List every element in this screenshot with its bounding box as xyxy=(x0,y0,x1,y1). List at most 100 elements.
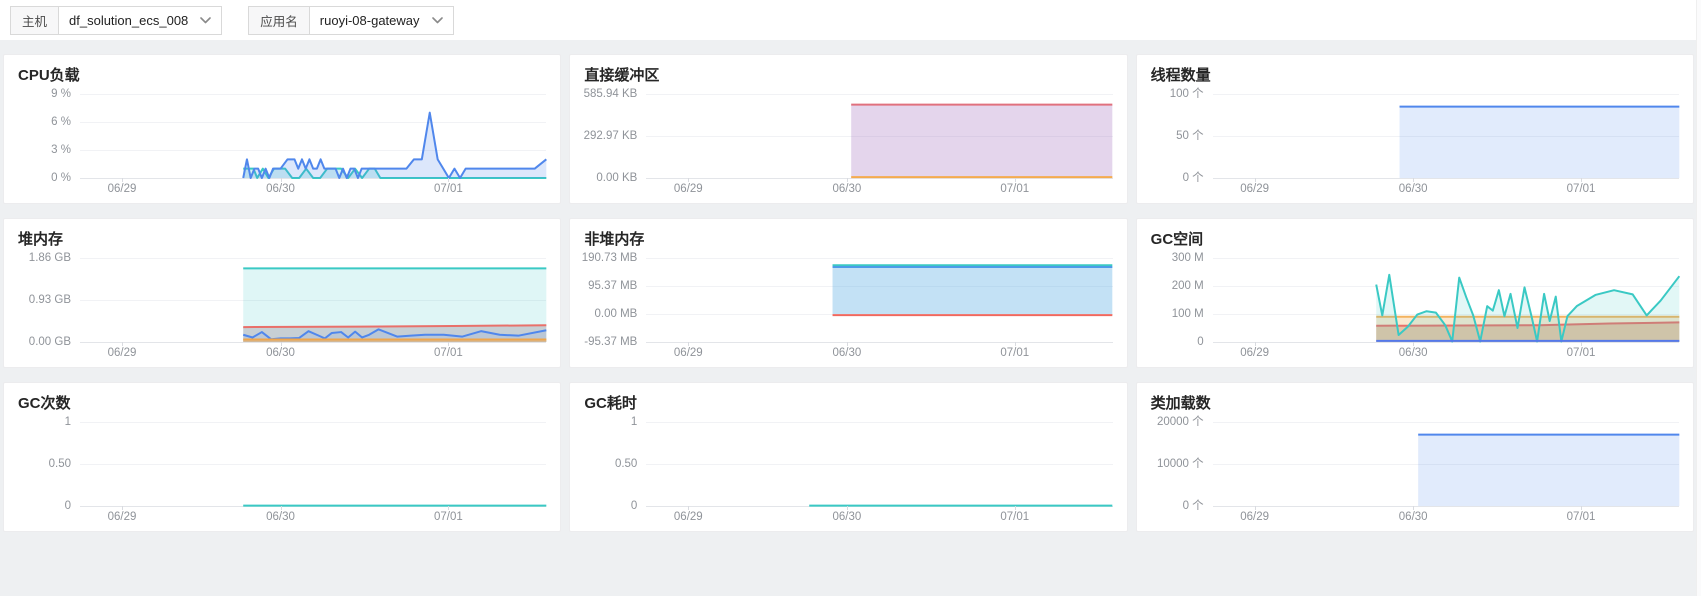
y-axis-gc-time: 0 0.50 1 xyxy=(582,416,646,512)
host-select-value: df_solution_ecs_008 xyxy=(69,12,189,28)
chart-non-heap-memory[interactable]: -95.37 MB 0.00 MB 95.37 MB 190.73 MB 06/29 06… xyxy=(582,252,1113,364)
y-axis-heap-memory: 0.00 GB 0.93 GB 1.86 GB xyxy=(16,252,80,348)
x-axis-gc-count: 06/29 06/30 07/01 xyxy=(80,509,546,528)
y-axis-label: 0.50 xyxy=(614,458,638,470)
plot-area-thread-count xyxy=(1212,94,1679,182)
host-select[interactable]: df_solution_ecs_008 xyxy=(59,5,223,35)
gridline xyxy=(1212,506,1679,507)
y-axis-label: 0 个 xyxy=(1182,500,1204,512)
chart-title-heap-memory: 堆内存 xyxy=(18,231,64,248)
chart-heap-memory[interactable]: 0.00 GB 0.93 GB 1.86 GB 06/29 06/30 07/01 xyxy=(16,252,547,364)
gridline xyxy=(646,342,1113,343)
chart-card-direct-buffer: 直接缓冲区 0.00 KB 292.97 KB 585.94 KB 06/29 06/30… xyxy=(569,54,1128,204)
series-area xyxy=(832,267,1113,314)
x-axis-label: 06/30 xyxy=(266,511,295,523)
chart-card-non-heap-memory: 非堆内存 -95.37 MB 0.00 MB 95.37 MB 190.73 MB 06/… xyxy=(569,218,1128,368)
chevron-down-icon xyxy=(200,16,212,23)
x-axis-label: 06/30 xyxy=(266,347,295,359)
plot-area-gc-time xyxy=(646,422,1113,510)
y-axis-label: 190.73 MB xyxy=(581,252,638,264)
y-axis-label: 10000 个 xyxy=(1156,458,1204,470)
y-axis-label: 0 % xyxy=(51,172,71,184)
y-axis-label: 0.50 xyxy=(48,458,71,470)
chart-title-gc-count: GC次数 xyxy=(18,395,71,412)
y-axis-gc-count: 0 0.50 1 xyxy=(16,416,80,512)
y-axis-label: 1.86 GB xyxy=(28,252,71,264)
plot-area-gc-count xyxy=(80,422,547,510)
chart-direct-buffer[interactable]: 0.00 KB 292.97 KB 585.94 KB 06/29 06/30 07/01 xyxy=(582,88,1113,200)
x-axis-label: 06/29 xyxy=(1240,347,1270,359)
app-select-value: ruoyi-08-gateway xyxy=(319,12,420,28)
y-axis-gc-space: 0 100 M 200 M 300 M xyxy=(1149,252,1213,348)
x-axis-label: 07/01 xyxy=(434,347,463,359)
app-label: 应用名 xyxy=(248,5,310,35)
x-axis-heap-memory: 06/29 06/30 07/01 xyxy=(80,345,546,364)
y-axis-direct-buffer: 0.00 KB 292.97 KB 585.94 KB xyxy=(582,88,646,184)
gridline xyxy=(80,342,547,343)
x-axis-label: 06/29 xyxy=(673,347,703,359)
toolbar: 主机 df_solution_ecs_008 应用名 ruoyi-08-gate… xyxy=(0,0,1701,40)
series-svg-heap-memory xyxy=(80,258,546,342)
chart-title-non-heap-memory: 非堆内存 xyxy=(584,231,645,248)
chart-gc-time[interactable]: 0 0.50 1 06/29 06/30 07/01 xyxy=(582,416,1113,528)
y-axis-label: 585.94 KB xyxy=(583,88,638,100)
y-axis-label: 100 个 xyxy=(1169,88,1204,100)
x-axis-label: 06/30 xyxy=(1398,347,1428,359)
scrollbar[interactable] xyxy=(1696,0,1701,596)
chart-gc-space[interactable]: 0 100 M 200 M 300 M 06/29 06/30 07/01 xyxy=(1149,252,1679,364)
series-svg-cpu-load xyxy=(80,94,546,178)
y-axis-label: 0.93 GB xyxy=(28,294,71,306)
chevron-down-icon xyxy=(431,16,443,23)
app-field: 应用名 ruoyi-08-gateway xyxy=(248,5,454,35)
gridline xyxy=(1212,178,1679,179)
y-axis-label: 0.00 GB xyxy=(28,336,71,348)
chart-card-heap-memory: 堆内存 0.00 GB 0.93 GB 1.86 GB 06/29 06/30 07/01 xyxy=(3,218,562,368)
x-axis-label: 07/01 xyxy=(1000,183,1030,195)
y-axis-label: 0.00 MB xyxy=(594,308,638,320)
x-axis-thread-count: 06/29 06/30 07/01 xyxy=(1213,181,1679,200)
y-axis-non-heap-memory: -95.37 MB 0.00 MB 95.37 MB 190.73 MB xyxy=(582,252,646,348)
chart-class-loaded[interactable]: 0 个 10000 个 20000 个 06/29 06/30 07/01 xyxy=(1149,416,1679,528)
y-axis-label: -95.37 MB xyxy=(584,336,638,348)
gridline xyxy=(646,178,1113,179)
series-area xyxy=(1375,274,1679,342)
y-axis-label: 0 个 xyxy=(1182,172,1204,184)
y-axis-cpu-load: 0 % 3 % 6 % 9 % xyxy=(16,88,80,184)
y-axis-label: 0 xyxy=(64,500,71,512)
x-axis-label: 07/01 xyxy=(1566,347,1596,359)
charts-grid: CPU负载 0 % 3 % 6 % 9 % 06/29 06/30 07/01 直接缓冲区 0.0… xyxy=(0,40,1701,532)
series-svg-thread-count xyxy=(1399,94,1679,178)
host-field: 主机 df_solution_ecs_008 xyxy=(10,5,223,35)
x-axis-label: 06/29 xyxy=(1240,511,1270,523)
chart-card-cpu-load: CPU负载 0 % 3 % 6 % 9 % 06/29 06/30 07/01 xyxy=(3,54,562,204)
chart-thread-count[interactable]: 0 个 50 个 100 个 06/29 06/30 07/01 xyxy=(1149,88,1679,200)
y-axis-class-loaded: 0 个 10000 个 20000 个 xyxy=(1149,416,1213,512)
x-axis-label: 07/01 xyxy=(1000,511,1030,523)
x-axis-label: 06/30 xyxy=(832,511,862,523)
series-svg-gc-space xyxy=(1213,258,1679,342)
page: { "toolbar": { "host": { "label": "主机", … xyxy=(0,0,1701,596)
plot-area-gc-space xyxy=(1212,258,1679,346)
x-axis-class-loaded: 06/29 06/30 07/01 xyxy=(1213,509,1679,528)
chart-card-gc-count: GC次数 0 0.50 1 06/29 06/30 07/01 xyxy=(3,382,562,532)
series-area xyxy=(851,104,1113,178)
x-axis-gc-space: 06/29 06/30 07/01 xyxy=(1213,345,1679,364)
series-area xyxy=(1399,106,1679,178)
y-axis-label: 292.97 KB xyxy=(583,130,638,142)
x-axis-gc-time: 06/29 06/30 07/01 xyxy=(646,509,1112,528)
chart-gc-count[interactable]: 0 0.50 1 06/29 06/30 07/01 xyxy=(16,416,547,528)
x-axis-label: 06/29 xyxy=(107,511,137,523)
plot-area-direct-buffer xyxy=(646,94,1113,182)
y-axis-label: 0.00 KB xyxy=(596,172,638,184)
series-svg-gc-time xyxy=(646,422,1112,506)
chart-title-class-loaded: 类加载数 xyxy=(1150,395,1211,412)
x-axis-label: 06/29 xyxy=(673,511,703,523)
y-axis-label: 3 % xyxy=(51,144,71,156)
plot-area-cpu-load xyxy=(80,94,546,182)
app-select[interactable]: ruoyi-08-gateway xyxy=(309,5,454,35)
chart-card-class-loaded: 类加载数 0 个 10000 个 20000 个 06/29 06/30 07/01 xyxy=(1135,382,1694,532)
chart-cpu-load[interactable]: 0 % 3 % 6 % 9 % 06/29 06/30 07/01 xyxy=(16,88,546,200)
y-axis-label: 20000 个 xyxy=(1156,416,1204,428)
host-label: 主机 xyxy=(10,5,60,35)
x-axis-label: 06/30 xyxy=(1398,183,1428,195)
